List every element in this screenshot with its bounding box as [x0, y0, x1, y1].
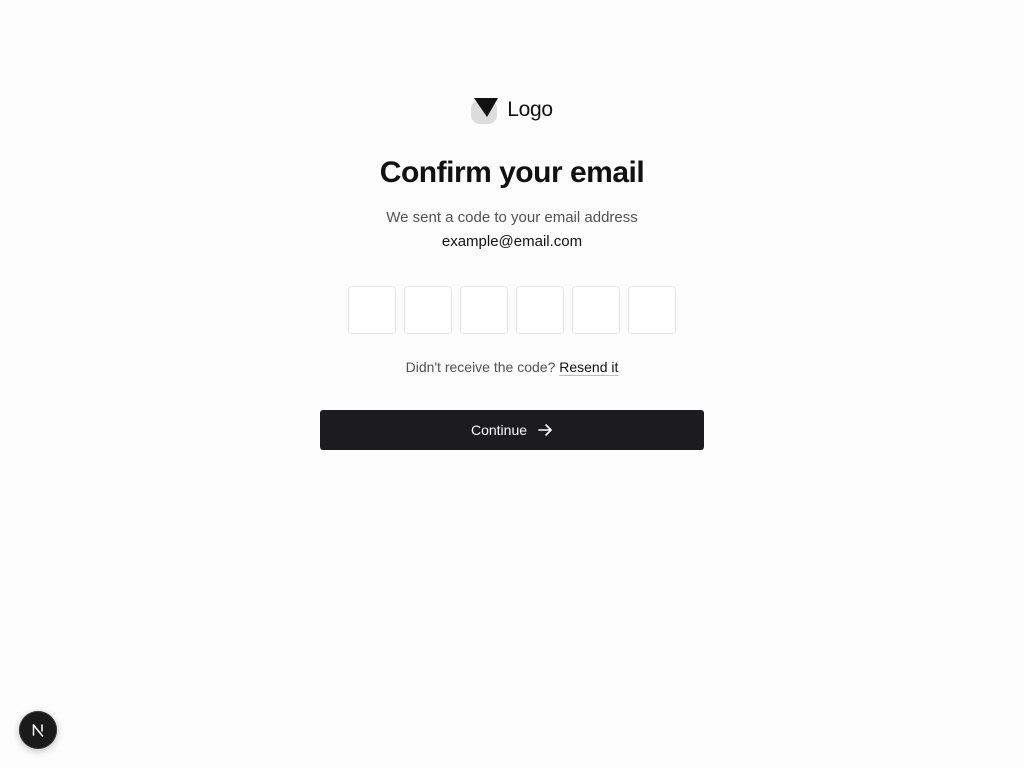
- otp-digit-4[interactable]: [516, 286, 564, 334]
- arrow-right-icon: [538, 424, 552, 436]
- otp-digit-3[interactable]: [460, 286, 508, 334]
- continue-button[interactable]: Continue: [320, 410, 704, 450]
- page-title: Confirm your email: [379, 156, 645, 189]
- otp-digit-1[interactable]: [348, 286, 396, 334]
- email-address: example@email.com: [441, 233, 583, 250]
- resend-link[interactable]: Resend it: [559, 359, 618, 375]
- page-subtitle: We sent a code to your email address: [386, 209, 638, 226]
- resend-prompt: Didn't receive the code?: [405, 359, 556, 375]
- resend-row: Didn't receive the code? Resend it: [0, 359, 1024, 375]
- otp-digit-2[interactable]: [404, 286, 452, 334]
- nextjs-dev-badge[interactable]: [19, 711, 57, 749]
- confirm-email-page: Logo Confirm your email We sent a code t…: [0, 0, 1024, 768]
- logo-text: Logo: [507, 98, 553, 121]
- brand-logo: Logo: [0, 96, 1024, 124]
- continue-button-label: Continue: [470, 422, 528, 438]
- otp-digit-6[interactable]: [628, 286, 676, 334]
- logo-icon: [471, 98, 499, 124]
- otp-digit-5[interactable]: [572, 286, 620, 334]
- nextjs-icon: [32, 724, 44, 737]
- otp-input-group: [348, 286, 676, 334]
